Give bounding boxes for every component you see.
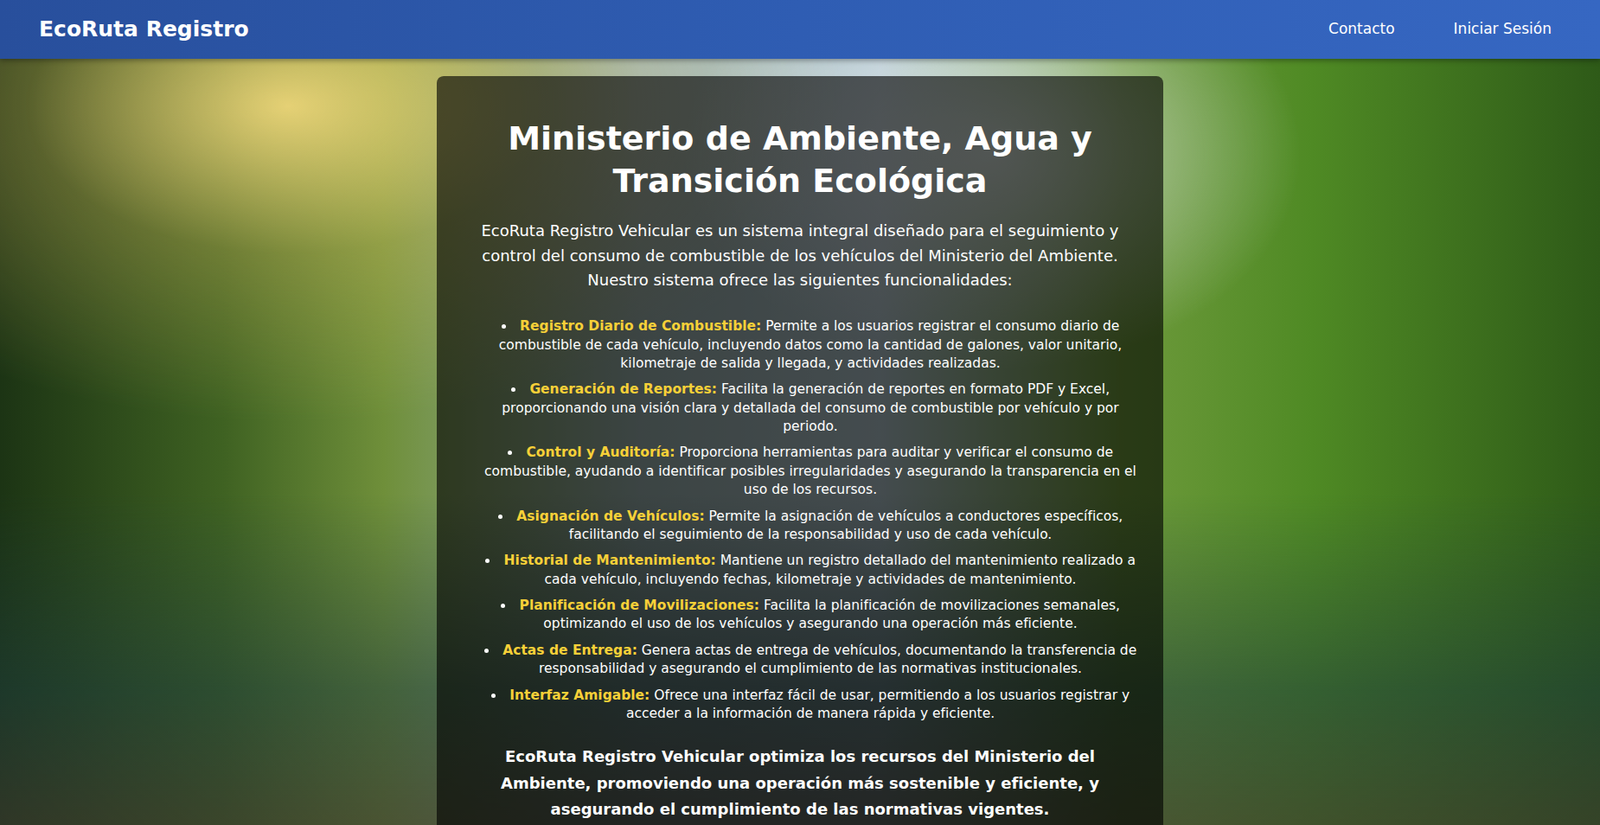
intro-text: EcoRuta Registro Vehicular es un sistema… bbox=[454, 218, 1146, 294]
feature-label: Historial de Mantenimiento: bbox=[504, 552, 717, 569]
nav-links: Contacto Iniciar Sesión bbox=[1324, 12, 1556, 46]
feature-label: Interfaz Amigable: bbox=[509, 687, 650, 704]
feature-item: Generación de Reportes: Facilita la gene… bbox=[474, 380, 1146, 436]
feature-label: Planificación de Movilizaciones: bbox=[519, 597, 761, 614]
navbar: EcoRuta Registro Contacto Iniciar Sesión bbox=[0, 0, 1600, 59]
feature-list: Registro Diario de Combustible: Permite … bbox=[454, 317, 1146, 724]
feature-item: Control y Auditoría: Proporciona herrami… bbox=[474, 443, 1146, 500]
nav-link[interactable]: Contacto bbox=[1324, 12, 1399, 46]
feature-label: Registro Diario de Combustible: bbox=[519, 318, 762, 334]
feature-item: Interfaz Amigable: Ofrece una interfaz f… bbox=[474, 686, 1146, 724]
feature-item: Planificación de Movilizaciones: Facilit… bbox=[474, 596, 1146, 634]
page-title: Ministerio de Ambiente, Agua y Transició… bbox=[454, 117, 1146, 204]
feature-text: Ofrece una interfaz fácil de usar, permi… bbox=[626, 687, 1130, 722]
feature-label: Generación de Reportes: bbox=[529, 381, 717, 397]
feature-item: Historial de Mantenimiento: Mantiene un … bbox=[474, 551, 1146, 589]
feature-item: Actas de Entrega: Genera actas de entreg… bbox=[474, 641, 1146, 679]
feature-label: Asignación de Vehículos: bbox=[516, 508, 704, 525]
background-photo: Ministerio de Ambiente, Agua y Transició… bbox=[0, 58, 1600, 825]
closing-text: EcoRuta Registro Vehicular optimiza los … bbox=[454, 743, 1146, 824]
feature-label: Control y Auditoría: bbox=[525, 444, 675, 461]
info-panel: Ministerio de Ambiente, Agua y Transició… bbox=[436, 76, 1164, 825]
feature-item: Registro Diario de Combustible: Permite … bbox=[474, 317, 1146, 373]
feature-item: Asignación de Vehículos: Permite la asig… bbox=[474, 507, 1146, 545]
brand-link[interactable]: EcoRuta Registro bbox=[38, 12, 250, 46]
nav-link[interactable]: Iniciar Sesión bbox=[1450, 12, 1556, 46]
feature-label: Actas de Entrega: bbox=[502, 642, 638, 659]
